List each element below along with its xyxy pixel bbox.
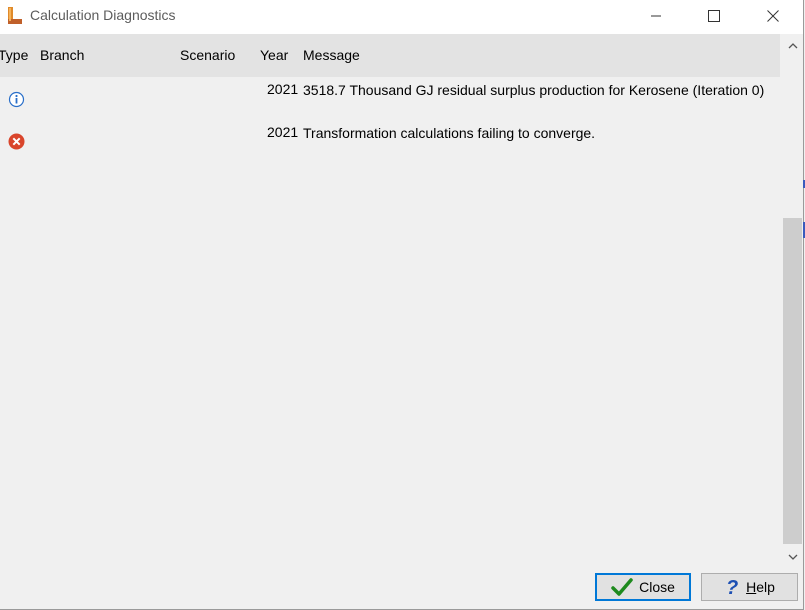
svg-text:?: ?: [726, 577, 738, 597]
window-close-button[interactable]: [744, 0, 802, 32]
help-question-icon: ?: [726, 577, 738, 597]
scroll-up-button[interactable]: [782, 34, 803, 56]
vertical-scrollbar[interactable]: [782, 34, 803, 568]
diagnostics-grid[interactable]: Type Branch Scenario Year Message 2021 3…: [0, 34, 780, 568]
help-button-label: Help: [746, 579, 775, 595]
chevron-up-icon: [788, 42, 797, 48]
help-button[interactable]: ? Help: [701, 573, 798, 601]
checkmark-icon: [611, 578, 633, 596]
column-header-message[interactable]: Message: [303, 47, 360, 63]
row-year: 2021: [267, 124, 299, 140]
window-title: Calculation Diagnostics: [30, 7, 176, 23]
row-message: 3518.7 Thousand GJ residual surplus prod…: [303, 82, 765, 98]
maximize-icon: [708, 10, 720, 22]
column-header-scenario[interactable]: Scenario: [180, 47, 235, 63]
error-icon: [8, 133, 25, 150]
minimize-icon: [651, 15, 661, 17]
chevron-down-icon: [788, 554, 797, 560]
scroll-down-button[interactable]: [782, 546, 803, 568]
close-icon: [767, 10, 779, 22]
grid-header: Type Branch Scenario Year Message: [0, 34, 780, 77]
column-header-type[interactable]: Type: [0, 47, 28, 63]
close-button[interactable]: Close: [595, 573, 691, 601]
table-row[interactable]: 2021 Transformation calculations failing…: [0, 122, 780, 150]
maximize-button[interactable]: [685, 0, 743, 32]
table-row[interactable]: 2021 3518.7 Thousand GJ residual surplus…: [0, 79, 780, 119]
calculation-diagnostics-window: Calculation Diagnostics Type Branch Scen…: [0, 0, 804, 610]
app-logo-icon: [8, 7, 22, 24]
column-header-year[interactable]: Year: [260, 47, 288, 63]
column-header-branch[interactable]: Branch: [40, 47, 84, 63]
row-year: 2021: [267, 81, 299, 97]
info-icon: [8, 91, 25, 108]
close-button-label: Close: [639, 579, 675, 595]
minimize-button[interactable]: [627, 0, 685, 32]
scroll-thumb[interactable]: [783, 218, 802, 544]
title-bar: Calculation Diagnostics: [0, 0, 803, 34]
row-message: Transformation calculations failing to c…: [303, 125, 596, 141]
